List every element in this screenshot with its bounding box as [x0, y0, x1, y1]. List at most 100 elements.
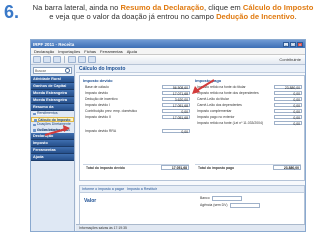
total-pago-value: 23.880,00 [273, 165, 301, 170]
sidebar-head-ganhos[interactable]: Ganhos de Capital [31, 83, 74, 90]
tab-imposto-pagar[interactable]: Informe o imposto a pagar [82, 187, 124, 191]
row-label: Total do imposto devido [86, 165, 125, 170]
row-label: Carnê-Leão do titular [197, 97, 229, 101]
save-icon[interactable] [53, 56, 61, 63]
row-value[interactable]: 0,00 [274, 90, 302, 96]
window-controls: – □ × [283, 41, 303, 47]
status-bar: Informações salvas às 17:19:35 [76, 224, 305, 231]
row-label: Carnê-Leão dos dependentes [197, 103, 242, 107]
row-label: Imposto devido RRA [85, 129, 117, 133]
row-label: Imposto complementar [197, 109, 232, 113]
row-value[interactable]: 56.508,60 [162, 84, 190, 90]
sidebar-head-declaracao[interactable]: Declaração [31, 133, 74, 140]
sidebar-head-resumo[interactable]: Resumo da Declaração [31, 104, 74, 116]
row-label: Imposto devido [85, 91, 108, 95]
minimize-icon[interactable]: – [283, 41, 289, 47]
lower-tabs: Informe o imposto a pagar Imposto a Rest… [80, 186, 304, 193]
row-label: Total do imposto pago [198, 165, 235, 170]
row-label: Dedução de incentivo [85, 97, 118, 101]
section-title: Cálculo do Imposto [76, 65, 305, 73]
highlight-deducao: Dedução de Incentivo [216, 12, 295, 21]
menu-fichas[interactable]: Fichas [84, 49, 96, 54]
instruction-part: , clique em [204, 3, 243, 12]
maximize-icon[interactable]: □ [290, 41, 296, 47]
imposto-devido-ii-row: Imposto devido II 17.051,68 [82, 114, 190, 120]
row-value[interactable]: 17.051,68 [162, 114, 190, 120]
contribuinte-label: Contribuinte [279, 57, 301, 62]
menu-bar: Declaração Importações Fichas Ferramenta… [31, 48, 305, 55]
row-value[interactable]: 0,00 [274, 114, 302, 120]
search-placeholder: Buscar [35, 68, 46, 73]
tab-imposto-restituir[interactable]: Imposto a Restituir [127, 187, 157, 191]
sidebar-search[interactable]: Buscar [33, 67, 72, 74]
send-icon[interactable] [87, 56, 96, 63]
sidebar-head-atividade[interactable]: Atividade Rural [31, 76, 74, 83]
row-label: Imposto pago no exterior [197, 115, 235, 119]
sidebar: Buscar Atividade Rural Ganhos de Capital… [31, 65, 75, 231]
sidebar-head-imposto[interactable]: Imposto [31, 140, 74, 147]
window-title: IRPF 2011 - Receita [33, 41, 75, 47]
row-label: Imposto retido na fonte (Lei nº 11.033/2… [197, 121, 264, 125]
menu-declaracao[interactable]: Declaração [34, 49, 54, 54]
lower-panel: Informe o imposto a pagar Imposto a Rest… [79, 185, 305, 225]
app-window: IRPF 2011 - Receita – □ × Declaração Imp… [30, 39, 306, 232]
valor-label: Valor [84, 198, 97, 204]
check-icon[interactable] [77, 56, 86, 63]
banco-label: Banco [200, 196, 210, 201]
row-label: Imposto retido na fonte do titular [197, 85, 246, 89]
menu-importacoes[interactable]: Importações [58, 49, 80, 54]
new-icon[interactable] [33, 56, 41, 63]
toolbar-divider [64, 56, 65, 63]
total-devido-row: Total do imposto devido 17.051,68 [83, 164, 189, 170]
imposto-devido-column: Imposto devido Base de cálculo 56.508,60 … [82, 78, 190, 134]
total-pago-row: Total do imposto pago 23.880,00 [195, 164, 301, 170]
agencia-label: Agência (sem DV) [200, 203, 228, 208]
row-label: Imposto devido I [85, 103, 110, 107]
banco-field[interactable] [211, 196, 242, 201]
deducao-incentivo-value[interactable]: 3.620,00 [162, 96, 190, 102]
row-value[interactable]: 0,00 [162, 108, 190, 114]
step-number: 6. [4, 2, 20, 22]
row-value[interactable]: 0,00 [274, 108, 302, 114]
highlight-calculo: Cálculo do Imposto [242, 3, 314, 12]
menu-ajuda[interactable]: Ajuda [127, 49, 137, 54]
sidebar-head-moeda-1[interactable]: Moeda Estrangeira [31, 90, 74, 97]
imposto-devido-rra-row: Imposto devido RRA 0,00 [82, 128, 190, 134]
status-text: Informações salvas às 17:19:35 [79, 226, 127, 230]
retido-lei-row: Imposto retido na fonte (Lei nº 11.033/2… [194, 120, 302, 126]
row-value[interactable]: 0,00 [274, 96, 302, 102]
highlight-resumo: Resumo da Declaração [120, 3, 205, 12]
instruction-part: e veja que o valor da doação já entrou n… [49, 12, 217, 21]
close-icon[interactable]: × [297, 41, 303, 47]
title-bar: IRPF 2011 - Receita – □ × [31, 40, 305, 48]
open-icon[interactable] [43, 56, 51, 63]
instruction-part: . [294, 12, 297, 21]
toolbar: Contribuinte [31, 55, 305, 65]
row-value[interactable]: 0,00 [274, 102, 302, 108]
tax-summary: Imposto devido Base de cálculo 56.508,60 … [79, 75, 305, 181]
imposto-pago-column: Imposto pago Imposto retido na fonte do … [194, 78, 302, 126]
row-label: Imposto devido II [85, 115, 111, 119]
search-icon[interactable] [65, 68, 70, 73]
menu-ferramentas[interactable]: Ferramentas [100, 49, 123, 54]
row-label: Contribuição prev. emp. doméstico [85, 109, 138, 113]
row-value[interactable]: 17.051,68 [162, 102, 190, 108]
sidebar-item-outras[interactable]: Outras Informações [31, 128, 74, 134]
sidebar-head-moeda-2[interactable]: Moeda Estrangeira [31, 97, 74, 104]
sidebar-head-ajuda[interactable]: Ajuda [31, 154, 74, 161]
instruction-text: Na barra lateral, ainda no Resumo da Dec… [30, 3, 316, 21]
row-value[interactable]: 0,00 [274, 120, 302, 126]
agencia-field[interactable] [229, 203, 260, 208]
row-value[interactable]: 17.071,68 [162, 90, 190, 96]
main-panel: Cálculo do Imposto Imposto devido Base d… [76, 65, 305, 231]
totals-bar: Total do imposto devido 17.051,68 Total d… [83, 164, 301, 170]
row-label: Base de cálculo [85, 85, 109, 89]
sidebar-head-ferramentas[interactable]: Ferramentas [31, 147, 74, 154]
row-value[interactable]: 23.880,00 [274, 84, 302, 90]
banco-row: Banco [200, 196, 242, 201]
agencia-row: Agência (sem DV) [200, 203, 260, 208]
print-icon[interactable] [67, 56, 76, 63]
total-devido-value: 17.051,68 [161, 165, 189, 170]
row-value[interactable]: 0,00 [162, 128, 190, 134]
row-label: Imposto retido na fonte dos dependentes [197, 91, 259, 95]
